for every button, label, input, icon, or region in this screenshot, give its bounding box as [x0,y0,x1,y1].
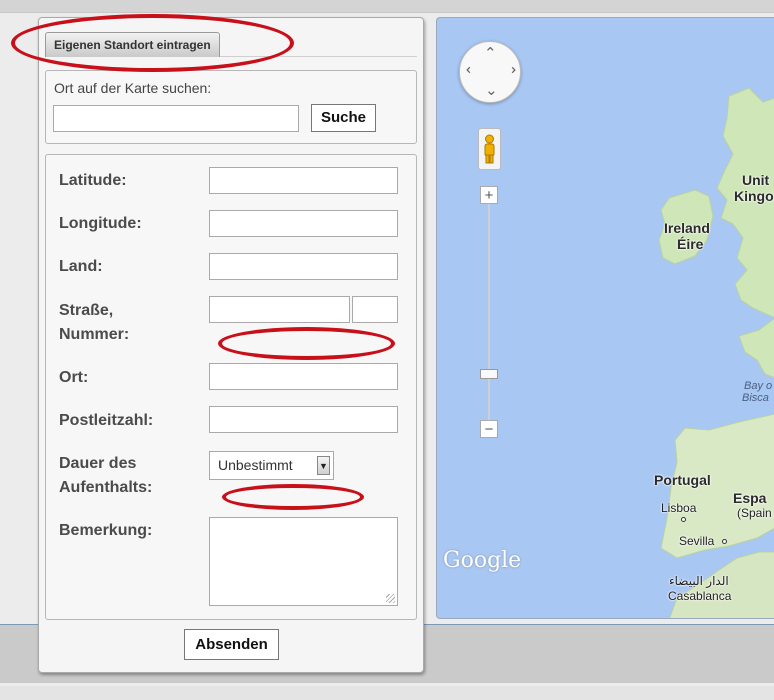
street-label-line2: Nummer: [59,326,130,343]
zoom-in-button[interactable]: + [480,186,498,204]
zoom-track [488,204,490,434]
map-land-france [738,318,774,379]
location-panel: Eigenen Standort eintragen Ort auf der K… [38,17,424,673]
bottom-strip [0,686,774,700]
map-label-casablanca-arabic: الدار البيضاء [669,574,729,588]
city-marker-lisboa [681,517,686,522]
location-form: Latitude: Longitude: Land: Straße, Numme… [45,154,417,620]
map-label-espana-line1: Espa [733,490,767,506]
map-view[interactable]: ⌃ ⌃ ⌃ ⌃ + − Ireland Éire Unit Kingo Bay … [436,17,774,619]
map-label-lisboa: Lisboa [661,501,697,515]
land-label: Land: [59,258,103,275]
map-label-sevilla: Sevilla [679,534,715,548]
pan-right-icon[interactable]: ⌃ [500,64,518,77]
pan-control[interactable]: ⌃ ⌃ ⌃ ⌃ [459,41,521,103]
land-input[interactable] [209,253,398,280]
ort-input[interactable] [209,363,398,390]
remark-label: Bemerkung: [59,522,153,539]
search-button[interactable]: Suche [311,104,376,132]
street-input[interactable] [209,296,350,323]
duration-label: Dauer des Aufenthalts: [59,452,199,500]
pegman-figure-icon [484,134,495,164]
postal-code-input[interactable] [209,406,398,433]
map-label-ireland: Ireland [664,220,710,236]
tab-own-location[interactable]: Eigenen Standort eintragen [45,32,220,57]
map-search-box: Ort auf der Karte suchen: Suche [45,70,417,144]
latitude-input[interactable] [209,167,398,194]
duration-label-line1: Dauer des [59,455,137,472]
longitude-label: Longitude: [59,215,142,232]
ort-label: Ort: [59,369,89,386]
latitude-label: Latitude: [59,172,127,189]
remark-textarea[interactable] [209,517,398,606]
postal-code-label: Postleitzahl: [59,412,154,429]
duration-label-line2: Aufenthalts: [59,479,153,496]
map-label-espana-line2: (Spain [737,506,772,520]
search-input[interactable] [53,105,299,132]
duration-selected-value: Unbestimmt [218,457,293,473]
zoom-out-button[interactable]: − [480,420,498,438]
house-number-input[interactable] [352,296,398,323]
street-view-pegman-icon[interactable] [478,128,501,170]
map-label-bay-line1: Bay o [744,380,773,392]
tab-bar: Eigenen Standort eintragen [45,28,417,57]
pan-up-icon[interactable]: ⌃ [484,44,497,62]
duration-select[interactable]: Unbestimmt ▼ [209,451,334,480]
map-label-eire: Éire [677,236,704,252]
street-label-line1: Straße, [59,302,114,319]
pan-down-icon[interactable]: ⌃ [485,80,498,98]
map-label-uk-line2: Kingo [734,188,774,204]
resize-grip-icon[interactable] [386,594,395,603]
top-strip [0,0,774,13]
search-label: Ort auf der Karte suchen: [54,80,212,96]
pan-left-icon[interactable]: ⌃ [463,64,481,77]
dropdown-arrow-icon: ▼ [317,456,330,475]
longitude-input[interactable] [209,210,398,237]
map-label-portugal: Portugal [654,472,711,488]
map-label-bay-line2: Bisca [742,392,769,404]
zoom-slider-handle[interactable] [480,369,498,379]
submit-button[interactable]: Absenden [184,629,279,660]
street-label: Straße, Nummer: [59,299,199,347]
google-logo: Google [443,548,522,573]
city-marker-sevilla [722,539,727,544]
map-label-casablanca: Casablanca [668,589,732,603]
map-label-uk-line1: Unit [742,172,770,188]
